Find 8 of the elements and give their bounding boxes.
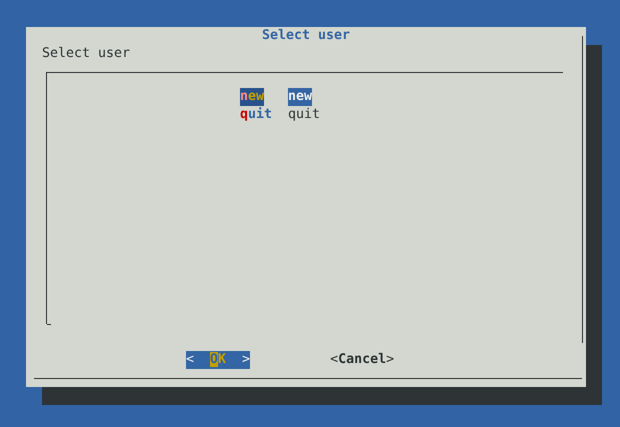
dialog-prompt: Select user [42,45,132,63]
dialog-button[interactable]: < OK > [186,351,250,369]
menu-item-description[interactable]: new [288,88,312,106]
menu-item-description[interactable]: quit [288,106,320,124]
menu-item-tag[interactable]: new [240,88,264,106]
dialog-title: Select user [260,27,352,45]
menu-item-tag[interactable]: quit [240,106,272,124]
dialog-button[interactable]: <Cancel> [330,351,394,369]
